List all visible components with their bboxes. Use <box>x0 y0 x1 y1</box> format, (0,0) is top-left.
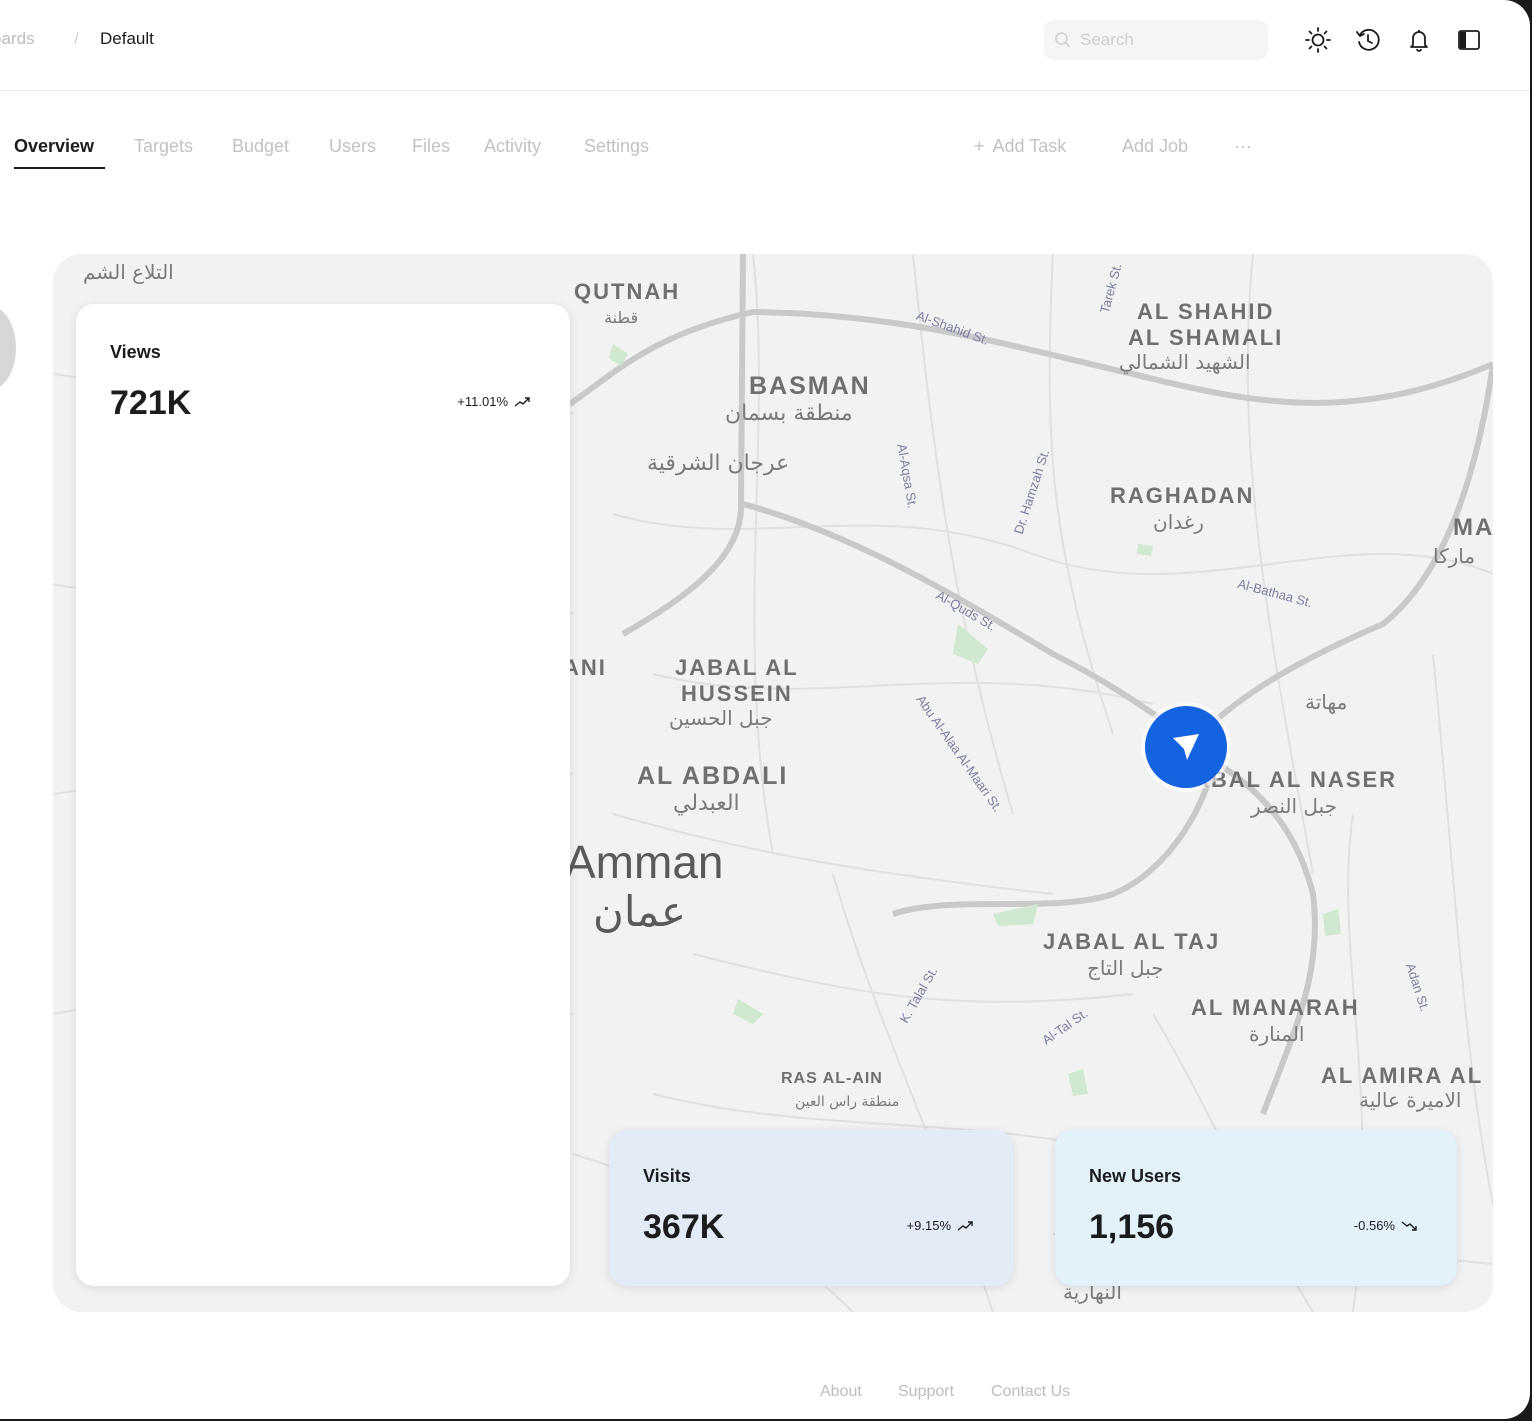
partial-avatar <box>0 305 16 391</box>
map-label-hussein-1: JABAL AL <box>675 655 799 680</box>
search-input[interactable]: Search <box>1044 20 1268 60</box>
breadcrumb-previous[interactable]: oards <box>0 29 35 49</box>
visits-value: 367K <box>643 1208 725 1246</box>
map-label-qutnah: QUTNAH <box>574 279 681 304</box>
new-users-value: 1,156 <box>1089 1208 1175 1246</box>
views-change: +11.01% <box>457 394 530 409</box>
more-options-button[interactable]: ··· <box>1234 136 1252 157</box>
visits-card[interactable]: Visits 367K +9.15% <box>609 1130 1013 1286</box>
tab-budget[interactable]: Budget <box>232 136 289 157</box>
footer-contact-link[interactable]: Contact Us <box>991 1383 1070 1401</box>
map-label-abdali: AL ABDALI <box>637 762 789 790</box>
map-label-raghadan: RAGHADAN <box>1110 483 1255 508</box>
trend-down-icon <box>1401 1220 1417 1231</box>
tab-users[interactable]: Users <box>329 136 376 157</box>
location-pin[interactable] <box>1145 706 1227 788</box>
breadcrumb-separator: / <box>74 29 79 48</box>
add-job-button[interactable]: Add Job <box>1122 136 1188 157</box>
map-label-shahid-ar: الشهيد الشمالي <box>1119 350 1251 374</box>
map-label-qutnah-ar: قطنة <box>604 308 639 327</box>
views-card[interactable]: Views 721K +11.01% <box>76 304 570 1286</box>
map-label-shahid-1: AL SHAHID <box>1137 299 1275 324</box>
map-label-abdali-ar: العبدلي <box>673 791 740 816</box>
map-label-naser: ABAL AL NASER <box>1193 767 1398 792</box>
footer-support-link[interactable]: Support <box>898 1383 954 1401</box>
map-label-amira-ar: الاميرة عالية <box>1359 1088 1462 1112</box>
new-users-change-text: -0.56% <box>1353 1218 1395 1233</box>
plus-icon: + <box>974 136 985 156</box>
map-label-marka: MA <box>1453 514 1493 541</box>
add-task-button[interactable]: + Add Task <box>974 136 1066 157</box>
map-label-basman: BASMAN <box>749 372 871 400</box>
footer-about-link[interactable]: About <box>820 1383 862 1401</box>
top-bar: oards / Default Search <box>0 0 1530 91</box>
tab-settings[interactable]: Settings <box>584 136 649 157</box>
map-label-basman-ar: منطقة بسمان <box>725 401 853 426</box>
trend-up-icon <box>957 1220 973 1231</box>
tab-activity[interactable]: Activity <box>484 136 541 157</box>
sidebar-toggle-icon[interactable] <box>1453 24 1485 56</box>
map-label-rasalain-ar: منطقة راس العين <box>795 1094 900 1110</box>
tab-files[interactable]: Files <box>412 136 450 157</box>
map-label-amira: AL AMIRA AL <box>1321 1063 1484 1088</box>
dashboard-window: oards / Default Search Overview Targets … <box>0 0 1530 1419</box>
map-label-raghadan-ar: رغدان <box>1153 510 1204 534</box>
visits-title: Visits <box>643 1166 691 1186</box>
sun-icon[interactable] <box>1302 24 1334 56</box>
bell-icon[interactable] <box>1403 24 1435 56</box>
map-label-manarah-ar: المنارة <box>1249 1022 1305 1046</box>
tab-overview[interactable]: Overview <box>14 136 94 157</box>
map-label-hussein-2: HUSSEIN <box>681 681 793 706</box>
map-label-manarah: AL MANARAH <box>1191 995 1360 1020</box>
map-label-naser-ar: جبل النصر <box>1251 794 1337 818</box>
map-label-shahid-2: AL SHAMALI <box>1128 325 1284 350</box>
visits-change: +9.15% <box>907 1218 973 1233</box>
visits-change-text: +9.15% <box>906 1218 951 1233</box>
search-placeholder: Search <box>1080 30 1134 49</box>
map-label-hussein-ar: جبل الحسين <box>669 706 773 730</box>
views-value: 721K <box>110 384 192 422</box>
tab-targets[interactable]: Targets <box>134 136 193 157</box>
new-users-card[interactable]: New Users 1,156 -0.56% <box>1055 1130 1457 1286</box>
views-change-text: +11.01% <box>457 394 508 409</box>
map-label-marka-ar: ماركا <box>1433 544 1476 568</box>
breadcrumb-current[interactable]: Default <box>100 29 154 49</box>
history-icon[interactable] <box>1352 24 1384 56</box>
map-label-amman: Amman <box>565 836 724 888</box>
add-task-label: Add Task <box>992 136 1067 156</box>
map-label-mahata-ar: مهاتة <box>1305 690 1348 714</box>
views-title: Views <box>110 342 161 362</box>
trend-up-icon <box>514 396 530 407</box>
map-label-taj: JABAL AL TAJ <box>1043 929 1221 954</box>
new-users-title: New Users <box>1089 1166 1182 1186</box>
map-label-taj-ar: جبل التاج <box>1087 956 1164 980</box>
map-label-talaa-ar: التلاع الشم <box>83 260 174 284</box>
navigation-arrow-icon <box>1173 734 1199 760</box>
map-label-amman-ar: عمان <box>593 887 686 936</box>
search-icon <box>1055 32 1071 48</box>
new-users-change: -0.56% <box>1354 1218 1417 1233</box>
map-label-rasalain: RAS AL-AIN <box>781 1070 883 1087</box>
tab-active-indicator <box>14 167 105 169</box>
map-label-arjan-ar: عرجان الشرقية <box>647 451 790 476</box>
